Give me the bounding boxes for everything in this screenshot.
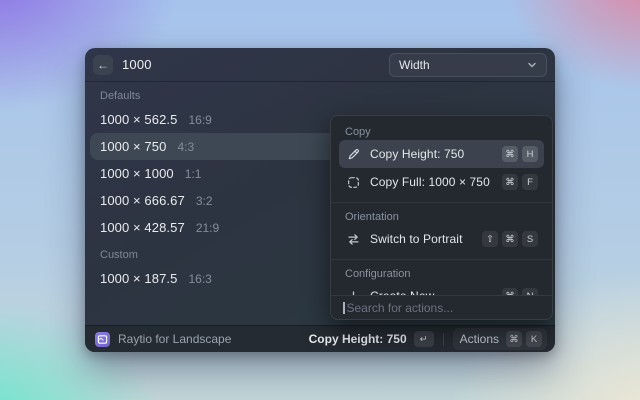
panel-divider [331,259,552,260]
action-copy-full[interactable]: Copy Full: 1000 × 750 ⌘ F [339,168,544,196]
desktop-background: ← 1000 Width Defaults 1000 × 562.5 16:9 … [0,0,640,400]
action-switch-portrait[interactable]: Switch to Portrait ⇧ ⌘ S [339,225,544,253]
item-ratio: 16:9 [188,113,211,127]
panel-section-title: Copy [339,124,544,140]
item-ratio: 1:1 [185,167,202,181]
h-key: H [522,146,538,162]
raycast-window: ← 1000 Width Defaults 1000 × 562.5 16:9 … [85,48,555,352]
section-title: Defaults [90,86,550,106]
search-placeholder: Search for actions... [347,301,454,315]
panel-section-title: Orientation [339,209,544,225]
item-ratio: 4:3 [177,140,194,154]
return-key-icon: ↵ [414,331,434,347]
command-key-icon: ⌘ [502,146,518,162]
action-copy-height[interactable]: Copy Height: 750 ⌘ H [339,140,544,168]
action-search-input[interactable]: Search for actions... [331,295,552,319]
n-key: N [522,288,538,295]
footer-actions: Copy Height: 750 ↵ Actions ⌘ K [309,328,547,350]
s-key: S [522,231,538,247]
shortcut-keys: ⌘ H [502,146,538,162]
chevron-down-icon [527,60,537,70]
swap-arrows-icon [346,232,360,246]
app-icon [95,332,110,347]
back-button[interactable]: ← [93,55,113,75]
primary-action-label[interactable]: Copy Height: 750 [309,332,407,346]
command-key-icon: ⌘ [502,231,518,247]
dimension-mode-dropdown[interactable]: Width [389,53,547,77]
back-arrow-icon: ← [97,55,109,75]
item-dimensions: 1000 × 428.57 [100,220,185,235]
shortcut-keys: ⌘ N [502,288,538,295]
command-key-icon: ⌘ [502,288,518,295]
item-dimensions: 1000 × 562.5 [100,112,177,127]
shortcut-keys: ⌘ F [502,174,538,190]
footer-divider [443,333,444,346]
window-header: ← 1000 Width [85,48,555,82]
item-dimensions: 1000 × 187.5 [100,271,177,286]
actions-button[interactable]: Actions ⌘ K [453,328,547,350]
action-create-new[interactable]: Create New ⌘ N [339,282,544,295]
action-panel: Copy Copy Height: 750 ⌘ H Copy Full: [330,115,553,320]
item-dimensions: 1000 × 1000 [100,166,174,181]
text-caret [343,302,345,314]
fullsize-icon [346,175,360,189]
item-dimensions: 1000 × 666.67 [100,193,185,208]
command-key-icon: ⌘ [502,174,518,190]
action-label: Switch to Portrait [370,232,482,246]
action-panel-list: Copy Copy Height: 750 ⌘ H Copy Full: [331,116,552,295]
f-key: F [522,174,538,190]
item-ratio: 16:3 [188,272,211,286]
pencil-icon [346,147,360,161]
status-bar: Raytio for Landscape Copy Height: 750 ↵ … [85,325,555,352]
item-dimensions: 1000 × 750 [100,139,166,154]
item-ratio: 21:9 [196,221,219,235]
dropdown-value: Width [399,58,527,72]
shortcut-keys: ⇧ ⌘ S [482,231,538,247]
k-key: K [526,331,542,347]
app-name: Raytio for Landscape [118,332,231,346]
search-query[interactable]: 1000 [122,57,152,72]
shift-key-icon: ⇧ [482,231,498,247]
item-ratio: 3:2 [196,194,213,208]
action-label: Copy Full: 1000 × 750 [370,175,502,189]
panel-section-title: Configuration [339,266,544,282]
action-label: Copy Height: 750 [370,147,502,161]
panel-divider [331,202,552,203]
actions-label: Actions [460,332,499,346]
command-key-icon: ⌘ [506,331,522,347]
